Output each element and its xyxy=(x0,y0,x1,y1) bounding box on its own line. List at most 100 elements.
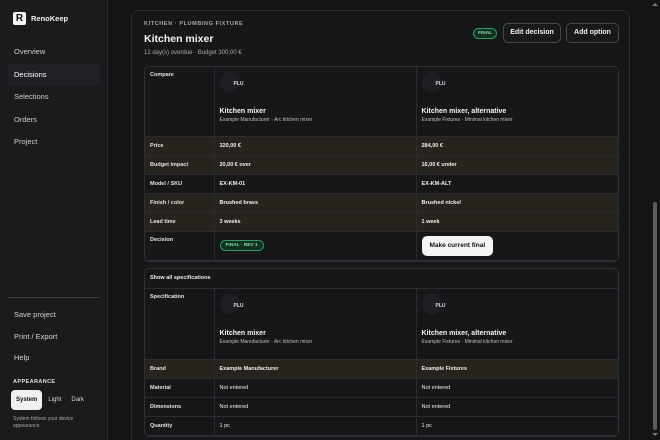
table-row: Dimensions Not entered Not entered xyxy=(145,397,618,417)
row-label: Lead time xyxy=(145,212,215,232)
row-label: Decision xyxy=(145,231,215,261)
cell-value: Example Fixtures xyxy=(416,359,618,379)
brand[interactable]: R RenoKeep xyxy=(13,12,68,25)
row-label: Quantity xyxy=(145,416,215,436)
table-row: Material Not entered Not entered xyxy=(145,378,618,398)
cell-value: Not entered xyxy=(416,378,618,398)
main-nav: Overview Decisions Selections Orders Pro… xyxy=(8,41,100,154)
scroll-up-arrow-icon[interactable] xyxy=(652,3,658,6)
product-category-code: PLU xyxy=(435,302,446,309)
theme-light-button[interactable]: Light xyxy=(44,390,65,410)
sidebar-actions: Save project Print / Export Help xyxy=(8,304,100,369)
appearance-label: APPEARANCE xyxy=(13,379,56,385)
cell-value: 320,00 € xyxy=(214,136,417,156)
cell-value: 1 pc xyxy=(416,416,618,436)
product-thumbnail: PLU xyxy=(219,293,244,314)
compare-header-label: Compare xyxy=(145,67,215,137)
help-button[interactable]: Help xyxy=(8,347,100,369)
brand-logo-icon: R xyxy=(13,12,26,25)
row-label: Price xyxy=(145,136,215,156)
product-thumbnail: PLU xyxy=(421,293,446,314)
product-category-code: PLU xyxy=(233,302,244,309)
table-row: Budget impact 20,00 € over 16,00 € under xyxy=(145,155,618,175)
cell-value: 1 week xyxy=(416,212,618,232)
theme-system-button[interactable]: System xyxy=(11,390,43,410)
row-label: Dimensions xyxy=(145,397,215,417)
table-row: Finish / color Brushed brass Brushed nic… xyxy=(145,193,618,213)
decision-cell: Make current final xyxy=(416,231,618,261)
product-subtitle: Example Fixtures · Minimal kitchen mixer xyxy=(421,117,513,123)
row-label: Model / SKU xyxy=(145,174,215,194)
table-row: Brand Example Manufacturer Example Fixtu… xyxy=(145,359,618,379)
theme-note: System follows your device appearance. xyxy=(13,416,74,429)
product-subtitle: Example Fixtures · Minimal kitchen mixer xyxy=(421,338,513,345)
sidebar-divider xyxy=(8,297,100,298)
save-project-button[interactable]: Save project xyxy=(8,304,100,326)
decision-cell: FINAL · REV 1 xyxy=(214,231,417,261)
theme-dark-button[interactable]: Dark xyxy=(67,390,88,410)
row-label: Material xyxy=(145,378,215,398)
cell-value: EX-KM-01 xyxy=(214,174,417,194)
status-badge: FINAL xyxy=(473,28,498,39)
row-label: Finish / color xyxy=(145,193,215,213)
cell-value: EX-KM-ALT xyxy=(416,174,618,194)
product-name: Kitchen mixer, alternative xyxy=(421,329,507,337)
scrollbar-thumb[interactable] xyxy=(653,202,657,430)
option-card[interactable]: PLU Kitchen mixer Example Manufacturer ·… xyxy=(214,288,417,360)
nav-item-project[interactable]: Project xyxy=(8,131,100,154)
option-card[interactable]: PLU Kitchen mixer, alternative Example F… xyxy=(416,67,618,137)
decision-subtitle: 12 day(s) overdue · Budget 300,00 € xyxy=(144,50,242,56)
product-thumbnail: PLU xyxy=(421,72,446,92)
product-category-code: PLU xyxy=(233,81,244,87)
specifications-table: Show all specifications Specification PL… xyxy=(144,268,619,437)
cell-value: Not entered xyxy=(214,378,417,398)
cell-value: 1 pc xyxy=(214,416,417,436)
specs-header-row: Specification PLU Kitchen mixer Example … xyxy=(145,288,618,360)
nav-item-decisions[interactable]: Decisions xyxy=(8,63,100,86)
product-name: Kitchen mixer xyxy=(219,329,266,337)
nav-item-selections[interactable]: Selections xyxy=(8,86,100,109)
table-row: Quantity 1 pc 1 pc xyxy=(145,416,618,436)
make-current-final-button[interactable]: Make current final xyxy=(421,235,494,256)
table-row: Price 320,00 € 284,00 € xyxy=(145,136,618,156)
theme-switch: System Light Dark xyxy=(11,390,88,410)
nav-item-overview[interactable]: Overview xyxy=(8,41,100,64)
cell-value: Example Manufacturer xyxy=(214,359,417,379)
cell-value: 284,00 € xyxy=(416,136,618,156)
cell-value: Brushed nickel xyxy=(416,193,618,213)
option-card[interactable]: PLU Kitchen mixer Example Manufacturer ·… xyxy=(214,67,417,137)
row-label: Brand xyxy=(145,359,215,379)
product-thumbnail: PLU xyxy=(219,72,244,92)
option-card[interactable]: PLU Kitchen mixer, alternative Example F… xyxy=(416,288,618,360)
add-option-button[interactable]: Add option xyxy=(566,23,619,43)
decision-eyebrow: KITCHEN · PLUMBING FIXTURE xyxy=(144,21,244,27)
specs-toggle-row: Show all specifications xyxy=(145,269,618,289)
edit-decision-button[interactable]: Edit decision xyxy=(503,23,561,43)
product-subtitle: Example Manufacturer · Arc kitchen mixer xyxy=(219,117,313,123)
cell-value: Not entered xyxy=(416,397,618,417)
decision-card: KITCHEN · PLUMBING FIXTURE Kitchen mixer… xyxy=(131,10,630,440)
scroll-down-arrow-icon[interactable] xyxy=(652,433,658,436)
compare-header-row: Compare PLU Kitchen mixer Example Manufa… xyxy=(145,67,618,137)
print-export-button[interactable]: Print / Export xyxy=(8,326,100,348)
brand-name: RenoKeep xyxy=(31,14,69,23)
final-revision-badge: FINAL · REV 1 xyxy=(219,240,264,251)
cell-value: 20,00 € over xyxy=(214,155,417,175)
product-name: Kitchen mixer xyxy=(219,108,266,115)
product-subtitle: Example Manufacturer · Arc kitchen mixer xyxy=(219,338,313,345)
product-name: Kitchen mixer, alternative xyxy=(421,108,507,115)
cell-value: 3 weeks xyxy=(214,212,417,232)
row-label: Budget impact xyxy=(145,155,215,175)
sidebar: R RenoKeep Overview Decisions Selections… xyxy=(0,0,108,440)
product-category-code: PLU xyxy=(435,81,446,87)
table-row: Model / SKU EX-KM-01 EX-KM-ALT xyxy=(145,174,618,194)
cell-value: Brushed brass xyxy=(214,193,417,213)
page-title: Kitchen mixer xyxy=(144,33,214,45)
specs-header-label: Specification xyxy=(145,288,215,360)
main-content: KITCHEN · PLUMBING FIXTURE Kitchen mixer… xyxy=(108,0,660,440)
compare-table: Compare PLU Kitchen mixer Example Manufa… xyxy=(144,66,619,262)
cell-value: Not entered xyxy=(214,397,417,417)
nav-item-orders[interactable]: Orders xyxy=(8,109,100,132)
show-all-specifications-toggle[interactable]: Show all specifications xyxy=(145,269,618,289)
cell-value: 16,00 € under xyxy=(416,155,618,175)
